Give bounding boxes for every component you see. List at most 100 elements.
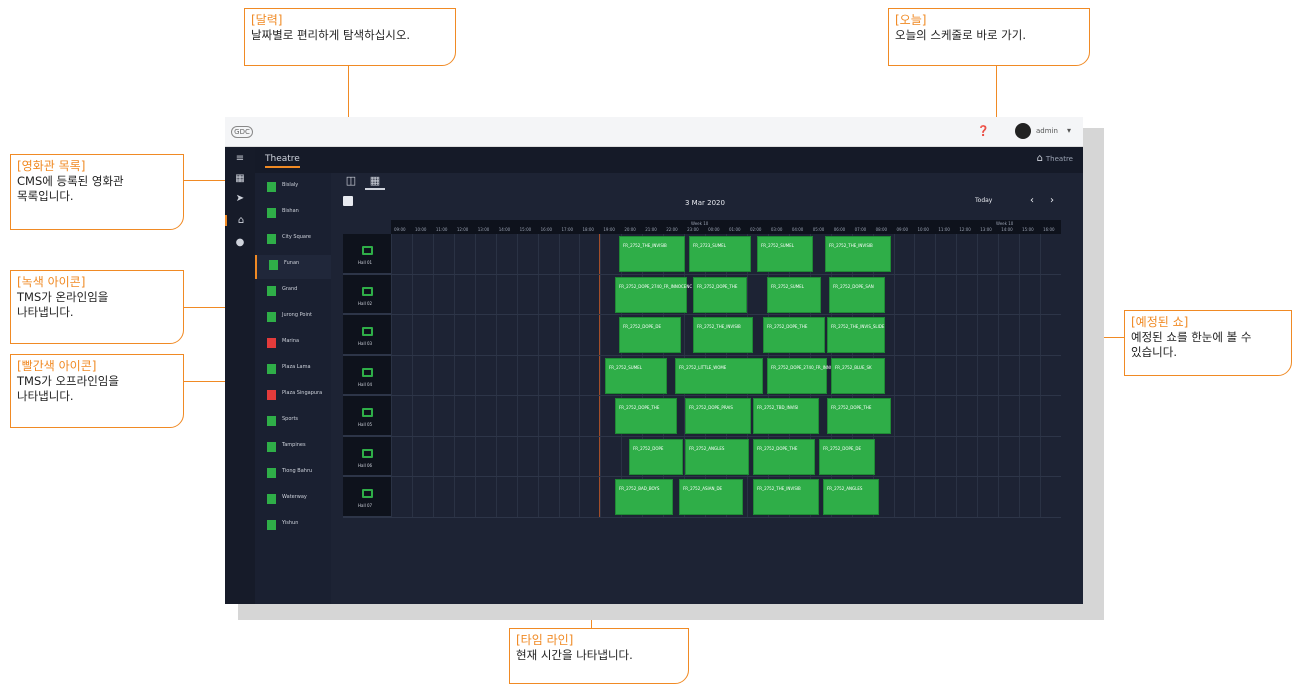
theatre-item[interactable]: Plaza Lama	[255, 359, 331, 383]
theatre-item[interactable]: Tampines	[255, 437, 331, 461]
scheduled-show[interactable]: FR_2752_DOPE_2740_FR_INNOCENC	[615, 276, 692, 313]
user-avatar-icon[interactable]	[1015, 123, 1031, 139]
menu-icon[interactable]: ≡	[225, 153, 255, 164]
scheduled-show[interactable]: FR_2752_DOPE_DE	[819, 438, 875, 475]
theatre-name: Bishan	[282, 208, 299, 214]
home-icon[interactable]: ⌂	[1037, 153, 1043, 164]
scheduled-show[interactable]: FR_2752_DOPE_THE	[615, 398, 677, 434]
scheduled-show[interactable]: FR_2752_THE_INVISIB	[693, 317, 753, 353]
scheduled-show[interactable]: FR_2752_DOPE_THE	[693, 276, 747, 313]
online-status-icon	[267, 494, 276, 504]
theatre-icon[interactable]: ⌂	[225, 215, 255, 226]
screen-cell[interactable]: Hall 01	[343, 234, 391, 274]
screen-cell[interactable]: Hall 05	[343, 396, 391, 436]
scheduled-show[interactable]: FR_2752_DOPE_THE	[763, 317, 825, 353]
callout-desc: 나타냅니다.	[17, 389, 74, 403]
scheduled-show[interactable]: FR_2752_DOPE_2740_FR_INNOCENCE	[767, 357, 847, 394]
scheduled-show[interactable]: FR_2752_ANGLES	[823, 479, 879, 515]
show-label: FR_2752_DOPE_DE	[623, 324, 662, 329]
callout-today: [오늘] 오늘의 스케줄로 바로 가기.	[888, 8, 1090, 66]
scheduled-show[interactable]: FR_2752_BAD_BOYS	[615, 479, 673, 515]
theatre-item[interactable]: Funan	[255, 255, 331, 279]
hour-label: 11:00	[435, 227, 448, 232]
callout-scheduled-shows: [예정된 쇼] 예정된 쇼를 한눈에 볼 수 있습니다.	[1124, 310, 1292, 376]
hour-label: 14:00	[498, 227, 511, 232]
help-icon[interactable]: ❓	[977, 126, 989, 137]
scheduled-show[interactable]: FR_2752_THE_INVISIB	[825, 236, 891, 272]
show-label: FR_2752_DOPE_THE	[619, 405, 660, 410]
callout-timeline: [타임 라인] 현재 시간을 나타냅니다.	[509, 628, 689, 684]
scheduled-show[interactable]: FR_2752_SUMEL	[767, 276, 821, 313]
prev-button[interactable]: ‹	[1030, 195, 1034, 206]
theatre-item[interactable]: Sports	[255, 411, 331, 435]
scheduled-show[interactable]: FR_2752_DOPE_THE	[827, 398, 891, 434]
scheduled-show[interactable]: FR_2723_SUMEL	[689, 236, 751, 272]
today-button[interactable]: Today	[975, 197, 992, 204]
show-label: FR_2752_THE_INVISIB	[829, 243, 873, 248]
theatre-name: Sports	[282, 416, 299, 422]
screen-row: Hall 07 FR_2752_BAD_BOYS FR_2752_ASIAN_DE F…	[343, 477, 1061, 518]
screen-cell[interactable]: Hall 03	[343, 315, 391, 355]
theatre-item[interactable]: Marina	[255, 333, 331, 357]
theatre-item[interactable]: Waterway	[255, 489, 331, 513]
hour-label: 14:00	[1001, 227, 1013, 232]
scheduled-show[interactable]: FR_2752_ASIAN_DE	[679, 479, 743, 515]
user-name[interactable]: admin	[1036, 127, 1058, 135]
online-status-icon	[267, 182, 276, 192]
hour-label: 13:00	[477, 227, 490, 232]
theatre-item[interactable]: Bishan	[255, 203, 331, 227]
theatre-name: Jurong Point	[282, 312, 312, 318]
screen-name: Hall 05	[358, 422, 373, 427]
scheduled-show[interactable]: FR_2752_DOPE	[629, 438, 683, 475]
scheduled-show[interactable]: FR_2752_THE_INVIS_SLIDE	[827, 317, 885, 353]
top-bar: GDC ❓ admin ▾	[225, 117, 1083, 147]
show-label: FR_2752_THE_INVISIB	[697, 324, 741, 329]
theatre-name: Plaza Lama	[282, 364, 311, 370]
week-label: Week 10	[996, 221, 1014, 226]
show-label: FR_2752_ANGLES	[827, 486, 863, 491]
theatre-item[interactable]: Jurong Point	[255, 307, 331, 331]
screen-row: Hall 06 FR_2752_DOPE FR_2752_ANGLES FR_2752…	[343, 436, 1061, 477]
grid-icon[interactable]: ▦	[225, 173, 255, 184]
theatre-item[interactable]: Tiong Bahru	[255, 463, 331, 487]
theatre-item[interactable]: Grand	[255, 281, 331, 305]
screen-cell[interactable]: Hall 07	[343, 477, 391, 517]
screen-cell[interactable]: Hall 06	[343, 436, 391, 476]
chevron-down-icon[interactable]: ▾	[1067, 126, 1071, 135]
screen-cell[interactable]: Hall 04	[343, 355, 391, 395]
theatre-item[interactable]: City Square	[255, 229, 331, 253]
scheduled-show[interactable]: FR_2752_TBD_INVISI	[753, 398, 819, 434]
user-icon[interactable]: ●	[225, 237, 255, 248]
scheduled-show[interactable]: FR_2752_DOPE_SAN	[829, 276, 885, 313]
scheduled-show[interactable]: FR_2752_THE_INVISIB	[619, 236, 685, 272]
show-label: FR_2752_SUMEL	[761, 243, 794, 248]
theatre-item[interactable]: Bislaly	[255, 177, 331, 201]
next-button[interactable]: ›	[1050, 195, 1054, 206]
scheduled-show[interactable]: FR_2752_THE_INVISIB	[753, 479, 819, 515]
calendar-view-tab[interactable]: ▦	[365, 174, 385, 190]
theatre-item[interactable]: Yishun	[255, 515, 331, 539]
calendar-icon[interactable]	[343, 196, 353, 206]
callout-desc: CMS에 등록된 영화관	[17, 174, 124, 188]
scheduled-show[interactable]: FR_2752_BLUE_SK	[831, 357, 885, 394]
callout-title: [예정된 쇼]	[1131, 315, 1189, 329]
scheduled-show[interactable]: FR_2752_SUMEL	[605, 357, 667, 394]
callout-red-icon: [빨간색 아이콘] TMS가 오프라인임을 나타냅니다.	[10, 354, 184, 428]
scheduled-show[interactable]: FR_2752_DOPE_THE	[753, 438, 815, 475]
send-icon[interactable]: ➤	[225, 193, 255, 204]
theatre-item[interactable]: Plaza Singapura	[255, 385, 331, 409]
scheduled-show[interactable]: FR_2752_LITTLE_WOME	[675, 357, 763, 394]
page-title: Theatre	[265, 154, 300, 168]
scheduled-show[interactable]: FR_2752_DOPE_PRAIS	[685, 398, 751, 434]
hour-label: 18:00	[582, 227, 594, 232]
hour-label: 07:00	[854, 227, 867, 232]
scheduled-show[interactable]: FR_2752_DOPE_DE	[619, 317, 681, 353]
online-status-icon	[267, 442, 276, 452]
screen-view-tab[interactable]: ◫	[341, 174, 361, 190]
screen-cell[interactable]: Hall 02	[343, 274, 391, 314]
offline-status-icon	[267, 390, 276, 400]
scheduled-show[interactable]: FR_2752_ANGLES	[685, 438, 749, 475]
show-label: FR_2752_DOPE_THE	[697, 283, 738, 289]
scheduled-show[interactable]: FR_2752_SUMEL	[757, 236, 813, 272]
monitor-icon	[362, 327, 373, 336]
